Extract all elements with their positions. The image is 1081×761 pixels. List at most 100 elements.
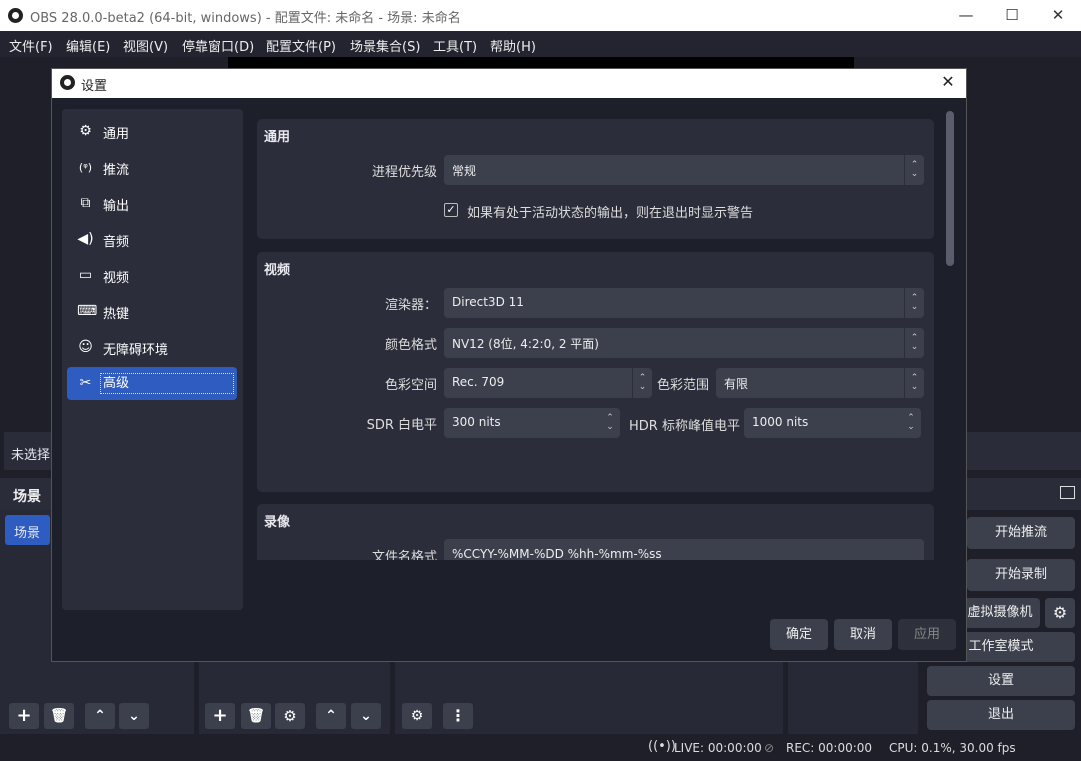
- plus-icon: +: [212, 705, 228, 726]
- window-titlebar: OBS 28.0.0-beta2 (64-bit, windows) - 配置文…: [0, 0, 1081, 31]
- ok-button[interactable]: 确定: [770, 619, 828, 650]
- add-source-button[interactable]: +: [205, 703, 235, 729]
- warn-on-exit-checkbox[interactable]: ✓: [444, 203, 458, 217]
- recording-group-title: 录像: [264, 515, 291, 530]
- list-item[interactable]: 场景: [5, 515, 50, 545]
- status-bar: ((•)) LIVE: 00:00:00 ⊘ REC: 00:00:00 CPU…: [0, 734, 1081, 761]
- source-toolbar: 未选择: [4, 432, 54, 470]
- virtual-camera-button[interactable]: 虚拟摄像机: [960, 598, 1040, 628]
- apply-button[interactable]: 应用: [898, 619, 956, 650]
- settings-scrollbar[interactable]: [946, 111, 954, 266]
- video-group: 视频 渲染器： Direct3D 11 ⌃ ⌄ 颜色格式 NV12 (8位, 4:…: [257, 252, 934, 492]
- sidebar-item-audio[interactable]: ◀) 音频: [67, 223, 237, 256]
- arrow-up-icon: ⌃: [94, 708, 106, 724]
- sidebar-item-video[interactable]: ▭ 视频: [67, 259, 237, 292]
- sidebar-item-advanced[interactable]: ✂ 高级: [67, 367, 237, 400]
- sidebar-item-stream[interactable]: (ᵠ) 推流: [67, 151, 237, 184]
- window-title: OBS 28.0.0-beta2 (64-bit, windows) - 配置文…: [30, 11, 461, 26]
- color-format-label: 颜色格式: [384, 338, 437, 353]
- color-range-select[interactable]: 有限 ⌃ ⌄: [716, 368, 924, 398]
- virtual-camera-settings-button[interactable]: ⚙: [1045, 598, 1075, 628]
- scene-up-button[interactable]: ⌃: [85, 703, 115, 729]
- menu-file[interactable]: 文件(F): [9, 36, 53, 55]
- spinner-icon: ⌃ ⌄: [904, 328, 924, 358]
- obs-logo-icon: [8, 8, 23, 23]
- color-space-label: 色彩空间: [384, 378, 437, 393]
- gear-icon: ⚙: [1052, 603, 1068, 622]
- menu-profile[interactable]: 配置文件(P): [266, 36, 336, 55]
- accessibility-icon: ☺: [78, 339, 93, 355]
- antenna-icon: (ᵠ): [78, 161, 93, 174]
- spinner-icon: ⌃ ⌄: [907, 413, 915, 432]
- obs-logo-icon: [60, 75, 75, 90]
- spinner-icon: ⌃ ⌄: [904, 155, 924, 185]
- color-format-select[interactable]: NV12 (8位, 4:2:0, 2 平面) ⌃ ⌄: [444, 328, 924, 358]
- cancel-button[interactable]: 取消: [834, 619, 892, 650]
- menu-tools[interactable]: 工具(T): [433, 36, 477, 55]
- exit-button[interactable]: 退出: [927, 700, 1075, 730]
- general-group: 通用 进程优先级 常规 ⌃ ⌄ ✓ 如果有处于活动状态的输出，则在退出时显示警告: [257, 119, 934, 239]
- menu-edit[interactable]: 编辑(E): [66, 36, 110, 55]
- menu-scene-collection[interactable]: 场景集合(S): [350, 36, 420, 55]
- menu-help[interactable]: 帮助(H): [490, 36, 536, 55]
- source-up-button[interactable]: ⌃: [316, 703, 346, 729]
- filename-format-input[interactable]: %CCYY-%MM-%DD %hh-%mm-%ss: [444, 539, 924, 560]
- live-timer: LIVE: 00:00:00: [674, 741, 762, 755]
- speaker-icon: ◀): [77, 231, 94, 247]
- hdr-peak-spinbox[interactable]: 1000 nits ⌃ ⌄: [744, 408, 921, 438]
- tools-icon: ✂: [79, 375, 92, 391]
- arrow-down-icon: ⌄: [360, 708, 372, 724]
- transitions-dock-body: [788, 662, 918, 734]
- start-stream-button[interactable]: 开始推流: [967, 517, 1075, 549]
- menu-bar: 文件(F) 编辑(E) 视图(V) 停靠窗口(D) 配置文件(P) 场景集合(S…: [0, 31, 1081, 57]
- renderer-select[interactable]: Direct3D 11 ⌃ ⌄: [444, 288, 924, 318]
- trash-icon: 🗑: [50, 708, 68, 724]
- priority-select[interactable]: 常规 ⌃ ⌄: [444, 155, 924, 185]
- sidebar-item-general[interactable]: ⚙ 通用: [67, 115, 237, 148]
- scenes-dock-title: 场景: [13, 489, 41, 505]
- hdr-peak-label: HDR 标称峰值电平: [629, 419, 740, 434]
- sidebar-item-hotkeys[interactable]: ⌨ 热键: [67, 295, 237, 328]
- record-icon: ⊘: [764, 741, 775, 755]
- arrow-up-icon: ⌃: [325, 708, 337, 724]
- scene-down-button[interactable]: ⌄: [119, 703, 149, 729]
- gear-icon: ⚙: [79, 123, 92, 139]
- color-range-label: 色彩范围: [657, 378, 710, 393]
- sidebar-item-output[interactable]: ⧉ 输出: [67, 187, 237, 220]
- menu-docks[interactable]: 停靠窗口(D): [182, 36, 254, 55]
- source-properties-button[interactable]: ⚙: [275, 703, 305, 729]
- dialog-close-button[interactable]: ✕: [936, 72, 960, 94]
- settings-content: 通用 进程优先级 常规 ⌃ ⌄ ✓ 如果有处于活动状态的输出，则在退出时显示警告 …: [257, 109, 947, 560]
- mixer-settings-button[interactable]: ⚙: [402, 703, 432, 729]
- close-window-button[interactable]: ✕: [1035, 0, 1081, 31]
- undock-icon[interactable]: [1060, 486, 1075, 499]
- priority-label: 进程优先级: [371, 165, 437, 180]
- remove-scene-button[interactable]: 🗑: [44, 703, 74, 729]
- settings-sidebar: ⚙ 通用 (ᵠ) 推流 ⧉ 输出 ◀) 音频 ▭ 视频 ⌨ 热键 ☺ 无障碍环境…: [62, 109, 243, 610]
- more-icon: ⋮: [450, 706, 466, 725]
- source-down-button[interactable]: ⌄: [351, 703, 381, 729]
- source-toolbar-right: [967, 432, 1081, 470]
- sdr-white-spinbox[interactable]: 300 nits ⌃ ⌄: [444, 408, 620, 438]
- sdr-white-label: SDR 白电平: [366, 418, 437, 433]
- maximize-button[interactable]: ☐: [989, 0, 1035, 31]
- add-scene-button[interactable]: +: [9, 703, 39, 729]
- video-group-title: 视频: [264, 263, 291, 278]
- arrow-down-icon: ⌄: [128, 708, 140, 724]
- sidebar-item-accessibility[interactable]: ☺ 无障碍环境: [67, 331, 237, 364]
- mixer-menu-button[interactable]: ⋮: [443, 703, 473, 729]
- minimize-button[interactable]: —: [943, 0, 989, 31]
- controls-dock-header: [967, 478, 1081, 510]
- start-record-button[interactable]: 开始录制: [967, 559, 1075, 591]
- gears-icon: ⚙: [410, 708, 424, 724]
- spinner-icon: ⌃ ⌄: [904, 368, 924, 398]
- keyboard-icon: ⌨: [77, 303, 98, 319]
- menu-view[interactable]: 视图(V): [123, 36, 168, 55]
- filename-format-label: 文件名格式: [371, 550, 437, 560]
- remove-source-button[interactable]: 🗑: [241, 703, 271, 729]
- color-space-select[interactable]: Rec. 709 ⌃ ⌄: [444, 368, 652, 398]
- settings-button[interactable]: 设置: [927, 666, 1075, 696]
- output-icon: ⧉: [80, 195, 91, 211]
- dialog-titlebar: 设置 ✕: [52, 69, 966, 98]
- general-group-title: 通用: [264, 130, 291, 145]
